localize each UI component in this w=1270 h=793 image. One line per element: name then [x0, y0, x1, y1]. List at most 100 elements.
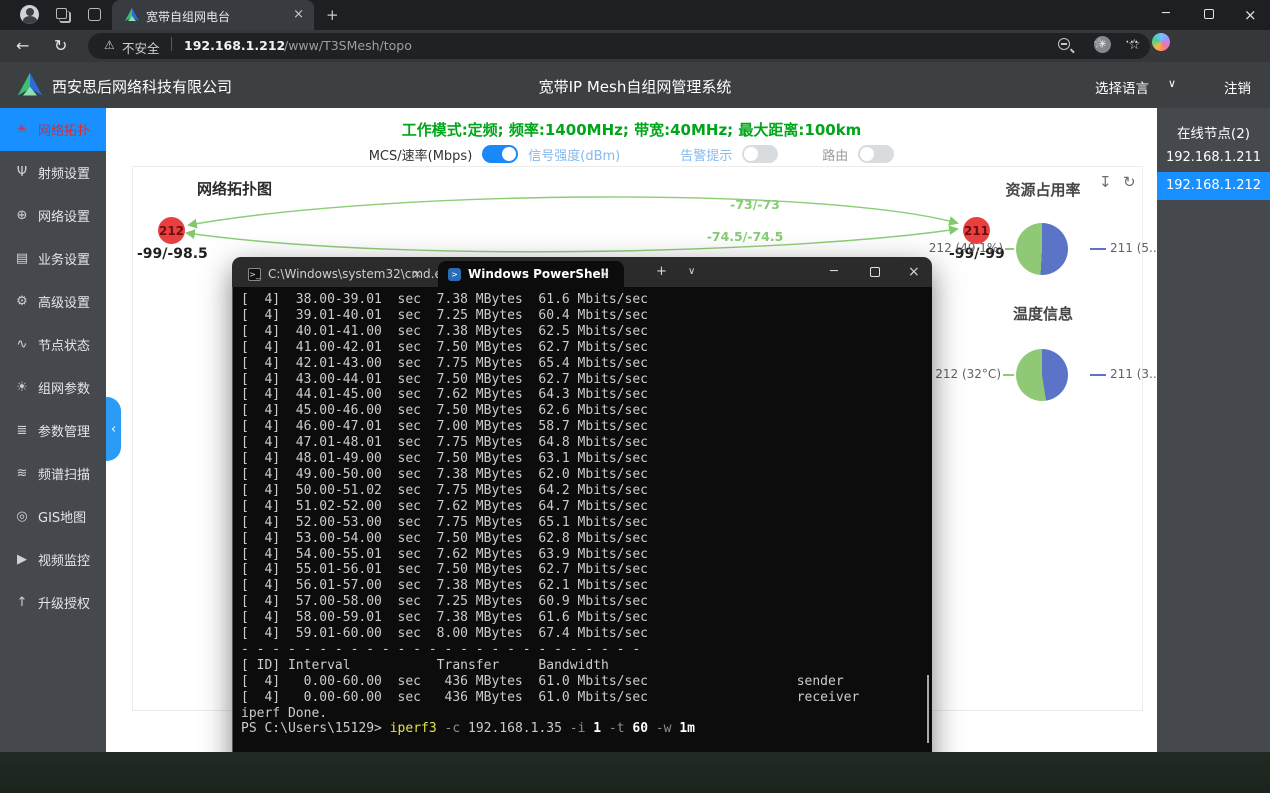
temperature-pie[interactable] [1016, 349, 1068, 401]
terminal-window[interactable]: >_ C:\Windows\system32\cmd.exe × > Windo… [232, 257, 932, 793]
terminal-tab-cmd-close-icon[interactable]: × [412, 267, 422, 281]
language-select[interactable]: 选择语言 [1095, 77, 1149, 97]
browser-menu-icon[interactable]: ⋯ [1125, 34, 1140, 50]
security-label[interactable]: 不安全 [122, 38, 160, 57]
prompt-token: iperf3 [389, 721, 437, 737]
sidebar-collapse-handle[interactable]: ‹ [106, 397, 121, 461]
terminal-tab-dropdown-icon[interactable]: ∨ [688, 266, 695, 277]
sidebar-item[interactable]: ≣ 参数管理 [0, 409, 106, 452]
sidebar-item-label: 节点状态 [38, 339, 91, 354]
sidebar-item[interactable]: ⚙ 高级设置 [0, 280, 106, 323]
prompt-token: -t [608, 721, 625, 737]
sidebar-item[interactable]: ▶ 视频监控 [0, 538, 106, 581]
sidebar-item-icon: ⚙ [16, 294, 28, 309]
address-bar[interactable]: ⚠ 不安全 │ 192.168.1.212 /www/T3SMesh/topo … [88, 33, 1150, 59]
terminal-titlebar[interactable]: >_ C:\Windows\system32\cmd.exe × > Windo… [232, 257, 932, 287]
terminal-line: [ 4] 44.01-45.00 sec 7.62 MBytes 64.3 Mb… [241, 387, 648, 403]
terminal-line: [ 4] 39.01-40.01 sec 7.25 MBytes 60.4 Mb… [241, 307, 648, 323]
sidebar-item-label: 参数管理 [38, 425, 91, 440]
sidebar-item[interactable]: ◎ GIS地图 [0, 495, 106, 538]
sidebar-item[interactable]: ⊕ 网络设置 [0, 194, 106, 237]
url-path: /www/T3SMesh/topo [284, 38, 412, 53]
browser-minimize-button[interactable]: ─ [1162, 6, 1170, 21]
browser-tab[interactable]: 宽带自组网电台 × [112, 0, 314, 30]
sidebar-item-icon: ↑ [16, 595, 28, 610]
refresh-icon[interactable]: ↻ [54, 36, 67, 55]
terminal-line: [ 4] 0.00-60.00 sec 436 MBytes 61.0 Mbit… [241, 673, 844, 689]
route-switch[interactable] [858, 145, 895, 163]
browser-profile-avatar[interactable] [20, 5, 39, 24]
terminal-tab-powershell-title: Windows PowerShell [468, 267, 609, 281]
terminal-line: [ 4] 47.01-48.01 sec 7.75 MBytes 64.8 Mb… [241, 435, 648, 451]
terminal-minimize-button[interactable]: ─ [830, 264, 838, 279]
terminal-close-button[interactable]: × [908, 264, 920, 280]
sidebar-item-icon: ☀ [16, 380, 28, 395]
copilot-icon[interactable] [1152, 33, 1170, 51]
topology-node-211[interactable]: 211 [963, 217, 990, 244]
terminal-line: [ 4] 50.00-51.02 sec 7.75 MBytes 64.2 Mb… [241, 482, 648, 498]
sidebar-item[interactable]: ▤ 业务设置 [0, 237, 106, 280]
vertical-tabs-icon[interactable] [88, 8, 101, 21]
display-toggle-row: MCS/速率(Mbps) 信号强度(dBm) 告警提示 路由 [106, 143, 1157, 165]
alarm-toggle-label: 告警提示 [680, 148, 733, 164]
cmd-icon: >_ [248, 268, 261, 281]
terminal-line: [ 4] 59.01-60.00 sec 8.00 MBytes 67.4 Mb… [241, 626, 648, 642]
chevron-down-icon[interactable]: ∨ [1168, 77, 1176, 90]
zoom-out-icon[interactable] [1058, 38, 1070, 50]
online-node-row[interactable]: 192.168.1.211 [1157, 144, 1270, 172]
resource-usage-pie[interactable] [1016, 223, 1068, 275]
terminal-tab-cmd[interactable]: >_ C:\Windows\system32\cmd.exe × [238, 261, 456, 287]
favorites-list-icon[interactable]: ☆ [1093, 36, 1106, 52]
terminal-tab-powershell[interactable]: > Windows PowerShell × [438, 261, 624, 287]
terminal-output[interactable]: [ 4] 38.00-39.01 sec 7.38 MBytes 61.6 Mb… [232, 287, 932, 793]
logout-button[interactable]: 注销 [1224, 77, 1251, 97]
sidebar-item[interactable]: ✳ 网络拓扑 [0, 108, 106, 151]
workspaces-icon[interactable] [56, 8, 67, 19]
sidebar-item[interactable]: ↑ 升级授权 [0, 581, 106, 624]
terminal-line: [ 4] 0.00-60.00 sec 436 MBytes 61.0 Mbit… [241, 689, 860, 705]
terminal-maximize-button[interactable] [870, 267, 880, 277]
terminal-line: [ 4] 53.00-54.00 sec 7.50 MBytes 62.8 Mb… [241, 530, 648, 546]
online-node-ip: 192.168.1.212 [1165, 178, 1262, 193]
terminal-line: [ 4] 43.00-44.01 sec 7.50 MBytes 62.7 Mb… [241, 371, 648, 387]
terminal-new-tab-button[interactable]: + [656, 264, 667, 279]
terminal-scrollbar[interactable] [927, 675, 929, 743]
sidebar-item[interactable]: Ψ 射频设置 [0, 151, 106, 194]
browser-restore-button[interactable] [1204, 9, 1214, 19]
terminal-line: [ 4] 41.00-42.01 sec 7.50 MBytes 62.7 Mb… [241, 339, 648, 355]
sidebar-item-label: 业务设置 [38, 253, 91, 268]
link-lower [185, 225, 959, 253]
back-icon[interactable]: ← [16, 36, 29, 55]
sidebar-item[interactable]: ∿ 节点状态 [0, 323, 106, 366]
sidebar-item[interactable]: ☀ 组网参数 [0, 366, 106, 409]
prompt-token: -c [444, 721, 461, 737]
link-upper-label: -73/-73 [730, 197, 780, 212]
prompt-token: -i [569, 721, 586, 737]
terminal-line: [ 4] 56.01-57.00 sec 7.38 MBytes 62.1 Mb… [241, 578, 648, 594]
sidebar-item-icon: ∿ [16, 337, 28, 352]
sidebar-item-icon: ≣ [16, 423, 28, 438]
alarm-switch[interactable] [742, 145, 779, 163]
terminal-line: [ 4] 52.00-53.00 sec 7.75 MBytes 65.1 Mb… [241, 514, 648, 530]
tab-close-icon[interactable]: × [293, 7, 304, 22]
terminal-line: [ 4] 49.00-50.00 sec 7.38 MBytes 62.0 Mb… [241, 466, 648, 482]
sidebar-item-label: 射频设置 [38, 167, 91, 182]
terminal-tab-powershell-close-icon[interactable]: × [600, 267, 610, 281]
sidebar-item-icon: ▶ [17, 552, 27, 567]
signal-toggle-label: 信号强度(dBm) [528, 148, 621, 164]
prompt-token: 1 [593, 721, 602, 737]
prompt-token: 60 [632, 721, 649, 737]
prompt-token: 192.168.1.35 [460, 721, 570, 737]
sidebar-item-label: 视频监控 [38, 554, 91, 569]
terminal-line: [ 4] 51.02-52.00 sec 7.62 MBytes 64.7 Mb… [241, 498, 648, 514]
rate-signal-switch[interactable] [482, 145, 519, 163]
topology-node-212[interactable]: 212 [158, 217, 185, 244]
sidebar-item[interactable]: ≋ 频谱扫描 [0, 452, 106, 495]
online-node-row[interactable]: 192.168.1.212 [1157, 172, 1270, 200]
prompt-token [437, 721, 445, 736]
new-tab-button[interactable]: + [326, 6, 339, 24]
sidebar-item-label: 组网参数 [38, 382, 91, 397]
url-host: 192.168.1.212 [184, 38, 286, 53]
browser-close-button[interactable]: × [1244, 6, 1257, 24]
sidebar-item-icon: Ψ [16, 165, 28, 180]
